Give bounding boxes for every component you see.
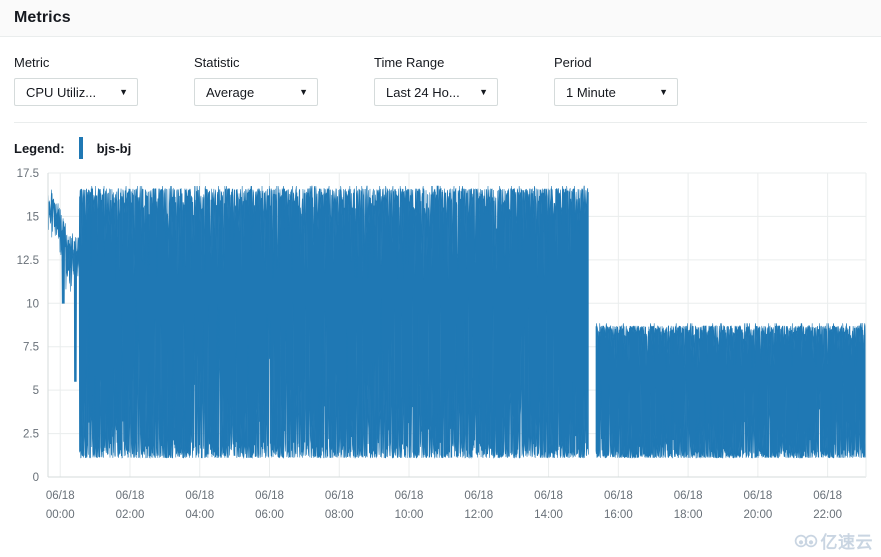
chart-legend: Legend: bjs-bj	[0, 123, 881, 160]
chevron-down-icon: ▼	[479, 86, 488, 97]
y-tick-label: 0	[33, 472, 39, 484]
x-tick-label-time: 00:00	[46, 509, 75, 521]
time-range-select[interactable]: Last 24 Ho... ▼	[374, 78, 498, 106]
chart-svg: 0 2.5 5 7.5 10 12.5 15 17.5 06/18 00:00 06/18 02:0…	[17, 168, 867, 521]
chevron-down-icon: ▼	[299, 86, 308, 97]
y-tick-label: 2.5	[23, 429, 39, 441]
x-tick-label-time: 04:00	[185, 509, 214, 521]
chart-x-tick-labels: 06/18 00:00 06/18 02:00 06/18 04:00 06/18 06:00…	[46, 490, 842, 521]
y-tick-label: 5	[33, 385, 39, 397]
metric-select-value: CPU Utiliz...	[26, 84, 97, 100]
x-tick-label-date: 06/18	[325, 490, 354, 502]
metric-label: Metric	[14, 55, 50, 70]
chevron-down-icon: ▼	[659, 86, 668, 97]
x-tick-label-date: 06/18	[185, 490, 214, 502]
x-tick-label-time: 12:00	[464, 509, 493, 521]
page-title: Metrics	[14, 9, 71, 26]
time-range-label: Time Range	[374, 55, 445, 70]
x-tick-label-time: 10:00	[395, 509, 424, 521]
y-tick-label: 12.5	[17, 255, 39, 267]
metrics-chart[interactable]: 0 2.5 5 7.5 10 12.5 15 17.5 06/18 00:00 06/18 02:0…	[0, 165, 881, 525]
x-tick-label-date: 06/18	[534, 490, 563, 502]
x-tick-label-date: 06/18	[743, 490, 772, 502]
statistic-label: Statistic	[194, 55, 240, 70]
x-tick-label-time: 22:00	[813, 509, 842, 521]
x-tick-label-date: 06/18	[255, 490, 284, 502]
watermark: 亿速云	[794, 528, 874, 553]
control-group-metric: Metric CPU Utiliz... ▼	[14, 55, 138, 106]
x-tick-label-date: 06/18	[46, 490, 75, 502]
x-tick-label-date: 06/18	[116, 490, 145, 502]
control-group-time-range: Time Range Last 24 Ho... ▼	[374, 55, 498, 106]
x-tick-label-date: 06/18	[395, 490, 424, 502]
filter-controls-row: Metric CPU Utiliz... ▼ Statistic Average…	[0, 37, 881, 106]
period-select[interactable]: 1 Minute ▼	[554, 78, 678, 106]
chart-series-area	[47, 185, 867, 459]
statistic-select[interactable]: Average ▼	[194, 78, 318, 106]
metric-select[interactable]: CPU Utiliz... ▼	[14, 78, 138, 106]
series-area-bjs-bj	[47, 185, 589, 459]
x-tick-label-date: 06/18	[813, 490, 842, 502]
x-tick-label-time: 14:00	[534, 509, 563, 521]
y-tick-label: 15	[26, 211, 39, 223]
x-tick-label-time: 08:00	[325, 509, 354, 521]
x-tick-label-time: 06:00	[255, 509, 284, 521]
chart-y-tick-labels: 0 2.5 5 7.5 10 12.5 15 17.5	[17, 168, 39, 484]
control-group-statistic: Statistic Average ▼	[194, 55, 318, 106]
legend-color-swatch	[78, 137, 83, 159]
x-tick-label-date: 06/18	[604, 490, 633, 502]
legend-label: Legend:	[14, 140, 65, 156]
watermark-text: 亿速云	[820, 533, 873, 553]
statistic-select-value: Average	[206, 84, 255, 100]
x-tick-label-date: 06/18	[464, 490, 493, 502]
chevron-down-icon: ▼	[119, 86, 128, 97]
series-area-bjs-bj	[595, 322, 867, 459]
y-tick-label: 10	[26, 298, 39, 310]
time-range-select-value: Last 24 Ho...	[386, 84, 460, 100]
x-tick-label-time: 20:00	[743, 509, 772, 521]
y-tick-label: 17.5	[17, 168, 39, 180]
watermark-logo-icon	[794, 534, 817, 547]
x-tick-label-time: 18:00	[674, 509, 703, 521]
period-label: Period	[554, 55, 592, 70]
x-tick-label-time: 16:00	[604, 509, 633, 521]
legend-series-name[interactable]: bjs-bj	[97, 141, 132, 156]
panel-header: Metrics	[0, 0, 881, 37]
control-group-period: Period 1 Minute ▼	[554, 55, 678, 106]
period-select-value: 1 Minute	[566, 84, 616, 100]
x-tick-label-date: 06/18	[674, 490, 703, 502]
x-tick-label-time: 02:00	[116, 509, 145, 521]
y-tick-label: 7.5	[23, 342, 39, 354]
